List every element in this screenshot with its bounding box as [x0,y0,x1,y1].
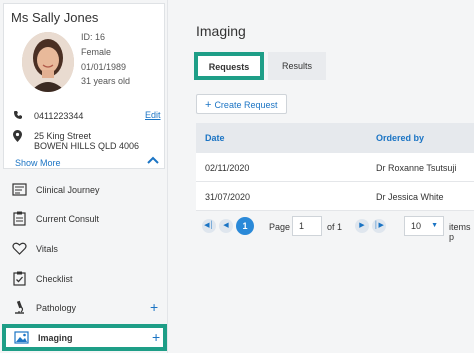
first-page-icon[interactable]: ◀│ [202,219,216,233]
sidebar-item-label: Pathology [36,303,77,313]
page-label: Page [269,222,291,232]
sidebar-item-label: Imaging [38,333,73,343]
create-request-button[interactable]: + Create Request [196,94,287,114]
sidebar-item-checklist[interactable]: Checklist [0,266,168,292]
patient-id: ID: 16 [81,32,106,42]
page-size-select[interactable]: 10 ▼ [404,216,444,236]
page-input[interactable]: 1 [292,216,322,236]
page-title: Imaging [196,23,246,39]
sidebar-item-clinical-journey[interactable]: Clinical Journey [0,177,168,203]
sidebar-item-pathology[interactable]: Pathology + [0,295,168,321]
row-date: 02/11/2020 [205,163,250,173]
current-page-button[interactable]: 1 [236,217,254,235]
show-more-link[interactable]: Show More [15,158,61,168]
table-row[interactable]: 02/11/2020 Dr Roxanne Tsutsuji [196,153,474,182]
plus-icon: + [205,99,212,111]
patient-card: Ms Sally Jones ID: 16 Female 01/01/1989 … [3,3,165,169]
prev-page-icon[interactable]: ◀ [219,219,233,233]
chevron-up-icon[interactable] [146,155,160,167]
next-page-icon[interactable]: ▶ [355,219,369,233]
location-icon [13,130,22,144]
avatar [22,32,74,92]
sidebar-item-label: Checklist [36,274,73,284]
heart-icon [12,241,27,256]
row-ordered-by: Dr Roxanne Tsutsuji [376,163,457,173]
address-line-2: BOWEN HILLS QLD 4006 [34,141,140,151]
items-per-page-label: items p [449,222,471,242]
edit-link[interactable]: Edit [145,110,161,120]
page-count: of 1 [327,222,343,232]
sidebar-item-label: Current Consult [36,214,100,224]
pagination: ◀│ ◀ 1 Page 1 of 1 ▶ │▶ 10 ▼ items p [196,216,474,242]
add-pathology-button[interactable]: + [150,299,158,315]
last-page-icon[interactable]: │▶ [372,219,386,233]
patient-phone: 0411223344 [34,111,84,121]
patient-age: 31 years old [81,76,131,86]
sidebar-item-current-consult[interactable]: Current Consult [0,206,168,232]
image-icon [14,330,29,345]
tab-results[interactable]: Results [268,52,326,80]
table-header: Date Ordered by [196,123,474,153]
patient-name: Ms Sally Jones [11,10,99,25]
row-date: 31/07/2020 [205,192,251,202]
patient-gender: Female [81,47,112,57]
row-ordered-by: Dr Jessica White [376,192,444,202]
add-imaging-button[interactable]: + [152,329,160,345]
journey-icon [12,182,27,197]
create-request-label: Create Request [214,100,278,110]
tab-requests[interactable]: Requests [194,52,264,80]
table-row[interactable]: 31/07/2020 Dr Jessica White [196,182,474,211]
caret-down-icon: ▼ [431,222,438,229]
phone-icon [13,110,23,122]
consult-icon [12,211,27,226]
page-size-value: 10 [411,221,422,231]
column-header-ordered-by[interactable]: Ordered by [376,133,424,143]
sidebar-item-imaging[interactable]: Imaging + [2,324,167,351]
main-content: Imaging Requests Results + Create Request… [170,0,474,353]
microscope-icon [12,300,27,315]
sidebar-item-label: Vitals [36,244,58,254]
patient-dob: 01/01/1989 [81,62,127,72]
checklist-icon [12,271,27,286]
sidebar: Ms Sally Jones ID: 16 Female 01/01/1989 … [0,0,168,353]
column-header-date[interactable]: Date [205,133,225,143]
sidebar-item-vitals[interactable]: Vitals [0,236,168,262]
sidebar-item-label: Clinical Journey [36,185,100,195]
address-line-1: 25 King Street [34,131,92,141]
